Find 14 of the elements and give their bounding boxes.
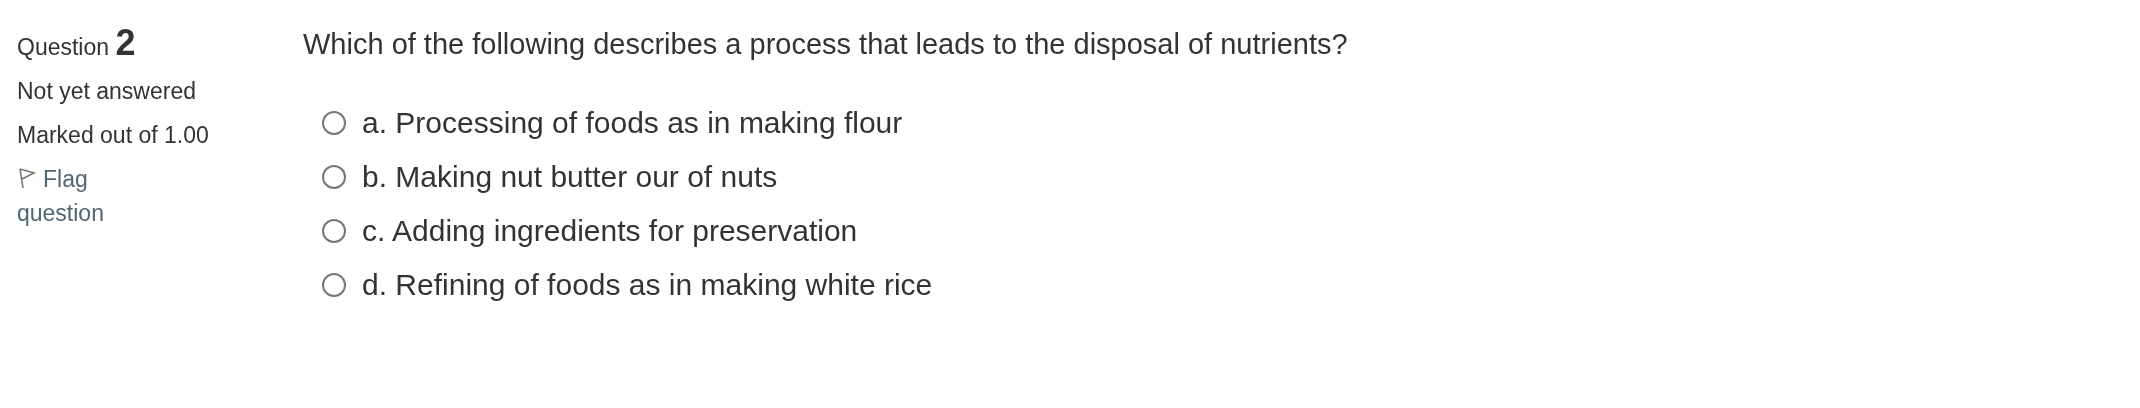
flag-question-link[interactable]: Flag question [17,162,167,230]
radio-button[interactable] [322,165,346,189]
question-text: Which of the following describes a process that leads to the disposal of nutrients? [303,28,1348,61]
question-grade: Marked out of 1.00 [17,121,210,150]
answer-option[interactable]: c. Adding ingredients for preservation [362,213,858,249]
question-state: Not yet answered [17,77,197,106]
answer-option[interactable]: d. Refining of foods as in making white rice [362,267,933,303]
answer-option[interactable]: b. Making nut butter our of nuts [362,159,778,195]
radio-button[interactable] [322,273,346,297]
radio-button[interactable] [322,219,346,243]
answer-option[interactable]: a. Processing of foods as in making flour [362,105,903,141]
flag-icon [17,167,37,189]
radio-button[interactable] [322,111,346,135]
question-number: Question 2 [17,22,137,64]
